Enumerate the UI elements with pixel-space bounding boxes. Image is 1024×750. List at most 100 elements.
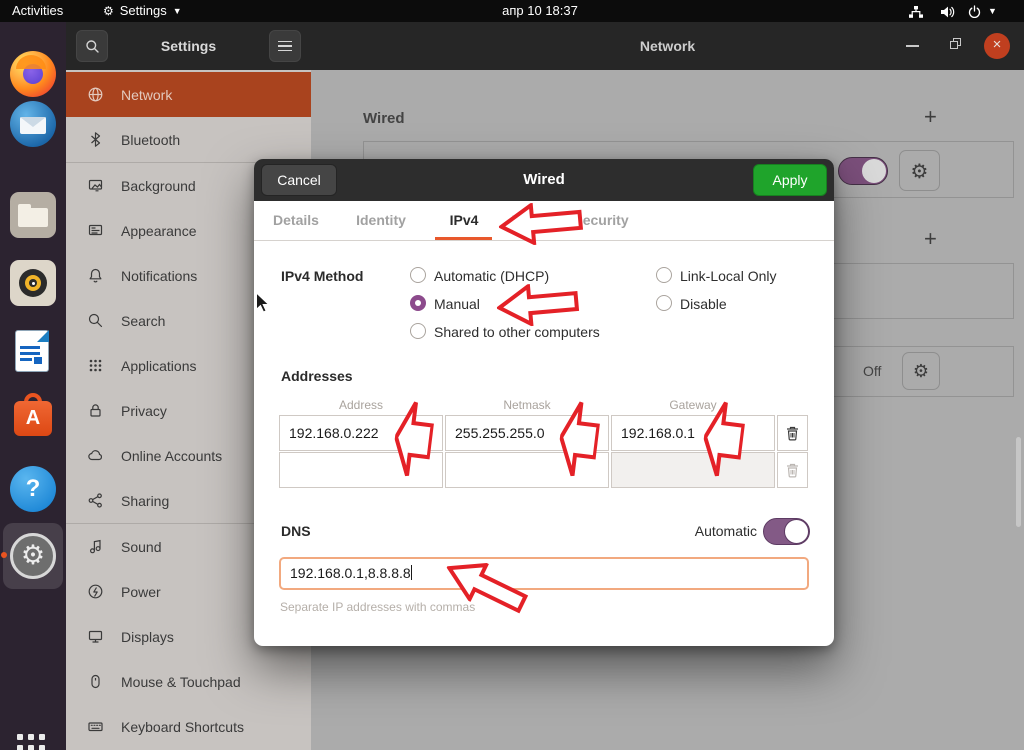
delete-address-row-button-disabled[interactable] <box>777 452 808 488</box>
radio-label[interactable]: Link-Local Only <box>680 268 777 284</box>
desktop: Activities ⚙ Settings ▼ апр 10 18:37 ▼ <box>0 0 1024 750</box>
dialog-title: Wired <box>254 159 834 201</box>
tab-identity[interactable]: Identity <box>350 201 412 240</box>
sidebar-item-label: Power <box>121 584 161 600</box>
sidebar-item-label: Mouse & Touchpad <box>121 674 241 690</box>
proxy-status: Off <box>863 363 881 379</box>
radio-label[interactable]: Manual <box>434 296 480 312</box>
maximize-button[interactable] <box>950 38 961 49</box>
dns-value: 192.168.0.1,8.8.8.8 <box>290 565 411 581</box>
radio-shared[interactable] <box>410 323 426 339</box>
menu-button[interactable] <box>269 30 301 62</box>
sidebar-item-label: Network <box>121 87 172 103</box>
sidebar-item-label: Privacy <box>121 403 167 419</box>
tab-details[interactable]: Details <box>268 201 324 240</box>
sidebar-item-mouse-touchpad[interactable]: Mouse & Touchpad <box>66 659 311 704</box>
dns-automatic-label: Automatic <box>634 523 757 539</box>
wired-settings-gear-button[interactable]: ⚙ <box>899 150 940 191</box>
ipv4-method-label: IPv4 Method <box>281 268 363 284</box>
dns-helper-text: Separate IP addresses with commas <box>280 600 475 614</box>
wired-toggle[interactable] <box>838 157 888 185</box>
gear-icon: ⚙ <box>911 159 929 183</box>
settings-dock-icon[interactable]: ⚙ <box>10 533 56 579</box>
annotation-arrow-ipv4-tab <box>497 199 584 248</box>
grid-icon <box>87 357 104 374</box>
sidebar-item-label: Keyboard Shortcuts <box>121 719 244 735</box>
radio-manual[interactable] <box>410 295 426 311</box>
add-vpn-button[interactable]: + <box>924 226 937 252</box>
monitor-icon <box>87 628 104 645</box>
dns-input[interactable]: 192.168.0.1,8.8.8.8 <box>279 557 809 590</box>
libreoffice-writer-icon[interactable] <box>10 328 56 374</box>
search-icon <box>87 312 104 329</box>
apply-button[interactable]: Apply <box>753 164 827 196</box>
radio-automatic-dhcp[interactable] <box>410 267 426 283</box>
sidebar-item-label: Online Accounts <box>121 448 222 464</box>
chevron-down-icon: ▼ <box>173 0 182 22</box>
sidebar-item-network[interactable]: Network <box>66 72 311 117</box>
column-header-gateway: Gateway <box>611 398 775 412</box>
window-headerbar: Settings Network × <box>66 22 1024 70</box>
minimize-button[interactable] <box>906 45 919 47</box>
power-icon <box>87 583 104 600</box>
scrollbar[interactable] <box>1016 437 1021 527</box>
app-menu-label: Settings <box>120 0 167 22</box>
dns-automatic-toggle[interactable] <box>763 518 810 545</box>
app-menu[interactable]: ⚙ Settings ▼ <box>103 0 182 22</box>
gateway-input[interactable]: 192.168.0.1 <box>611 415 775 451</box>
radio-disable[interactable] <box>656 295 672 311</box>
annotation-arrow-manual <box>495 280 580 329</box>
sidebar-item-bluetooth[interactable]: Bluetooth <box>66 117 311 162</box>
radio-link-local[interactable] <box>656 267 672 283</box>
activities-button[interactable]: Activities <box>12 0 63 22</box>
thunderbird-icon[interactable] <box>10 101 56 147</box>
appearance-icon <box>87 222 104 239</box>
sidebar-item-keyboard-shortcuts[interactable]: Keyboard Shortcuts <box>66 704 311 749</box>
wallpaper-icon <box>87 177 104 194</box>
delete-address-row-button[interactable] <box>777 415 808 451</box>
radio-label[interactable]: Disable <box>680 296 727 312</box>
sidebar-item-label: Notifications <box>121 268 197 284</box>
dock: A ? ⚙ <box>0 22 66 750</box>
share-icon <box>87 492 104 509</box>
dialog-headerbar: Wired Cancel Apply <box>254 159 834 201</box>
tab-ipv4[interactable]: IPv4 <box>438 201 490 240</box>
top-bar: Activities ⚙ Settings ▼ апр 10 18:37 ▼ <box>0 0 1024 22</box>
text-caret <box>411 565 412 580</box>
proxy-settings-gear-button[interactable]: ⚙ <box>902 352 940 390</box>
hamburger-icon <box>278 41 292 43</box>
mouse-icon <box>87 673 104 690</box>
ubuntu-software-icon[interactable]: A <box>10 392 56 438</box>
sidebar-item-label: Background <box>121 178 196 194</box>
add-wired-button[interactable]: + <box>924 104 937 130</box>
sidebar-item-label: Bluetooth <box>121 132 180 148</box>
active-tab-underline <box>435 237 492 240</box>
bluetooth-icon <box>87 131 104 148</box>
files-icon[interactable] <box>10 192 56 238</box>
sidebar-item-label: Sound <box>121 539 161 555</box>
music-note-icon <box>87 538 104 555</box>
sidebar-item-label: Search <box>121 313 165 329</box>
gear-icon: ⚙ <box>103 0 114 22</box>
sidebar-item-label: Displays <box>121 629 174 645</box>
trash-icon <box>785 425 800 441</box>
chevron-down-icon[interactable]: ▼ <box>988 0 997 22</box>
cloud-icon <box>87 447 104 464</box>
mouse-cursor <box>255 292 270 319</box>
show-applications-icon[interactable] <box>17 734 49 750</box>
bell-icon <box>87 267 104 284</box>
cancel-button[interactable]: Cancel <box>261 164 337 196</box>
sidebar-item-label: Appearance <box>121 223 197 239</box>
radio-label[interactable]: Automatic (DHCP) <box>434 268 549 284</box>
firefox-icon[interactable] <box>10 51 56 97</box>
addresses-label: Addresses <box>281 368 353 384</box>
close-button[interactable]: × <box>984 33 1010 59</box>
trash-icon <box>785 462 800 478</box>
lock-icon <box>87 402 104 419</box>
help-icon[interactable]: ? <box>10 466 56 512</box>
gateway-input-empty[interactable] <box>611 452 775 488</box>
rhythmbox-icon[interactable] <box>10 260 56 306</box>
dns-label: DNS <box>281 523 311 539</box>
wired-section-title: Wired <box>363 110 405 127</box>
clock[interactable]: апр 10 18:37 <box>455 0 625 22</box>
